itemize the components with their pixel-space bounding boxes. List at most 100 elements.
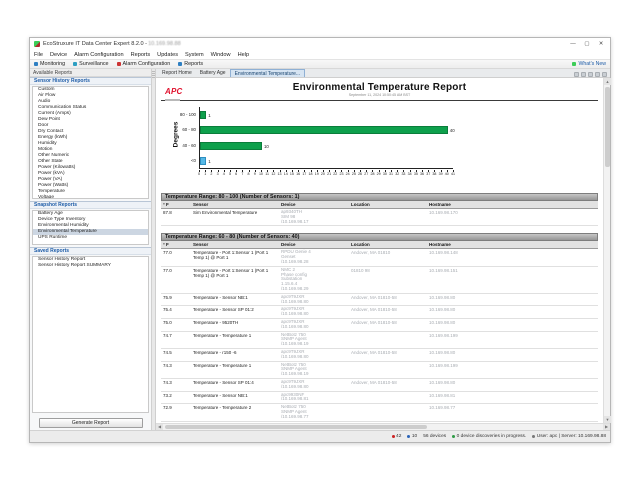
cell-sensor: Temperature - 9520TH bbox=[191, 319, 279, 331]
close-button[interactable]: ✕ bbox=[594, 39, 608, 49]
chart-bar-0 bbox=[200, 157, 206, 165]
save-icon[interactable] bbox=[581, 72, 586, 77]
cell-sensor: Temperature - Temperature 2 bbox=[191, 404, 279, 420]
chart-tick-label: 32 bbox=[395, 172, 399, 176]
menu-item-device[interactable]: Device bbox=[50, 52, 67, 58]
table-section-1: Temperature Range: 60 - 80 (Number of Se… bbox=[161, 233, 598, 423]
section-header-saved-reports[interactable]: Saved Reports bbox=[30, 247, 151, 255]
sidebar-item-sensor-history-report-summary[interactable]: Sensor History Report SUMMARY bbox=[33, 263, 148, 269]
device-line: /10.169.98.80 bbox=[281, 385, 347, 390]
cell-location bbox=[349, 404, 427, 420]
table-section-0: Temperature Range: 80 - 100 (Number of S… bbox=[161, 193, 598, 226]
cell-hostname: 10.169.98.80 bbox=[427, 306, 598, 318]
column-header-device[interactable]: Device bbox=[279, 201, 349, 208]
horizontal-scrollbar-thumb[interactable] bbox=[165, 425, 427, 429]
menu-item-help[interactable]: Help bbox=[238, 52, 250, 58]
sidebar-item-voltage[interactable]: Voltage bbox=[33, 195, 148, 199]
menu-bar: File Device Alarm Configuration Reports Upda… bbox=[30, 50, 610, 60]
status-dot-icon bbox=[532, 435, 535, 438]
column-header-location[interactable]: Location bbox=[349, 201, 427, 208]
table-row: 75.4Temperature - Sensor SP 01:2apc9T9JX… bbox=[161, 306, 598, 319]
cell-hostname: 10.169.98.80 bbox=[427, 379, 598, 391]
scroll-left-icon[interactable]: ◀ bbox=[156, 424, 163, 430]
column-header-location[interactable]: Location bbox=[349, 241, 427, 248]
print-icon[interactable] bbox=[595, 72, 600, 77]
chart-tick-label: 17 bbox=[302, 172, 306, 176]
settings-icon[interactable] bbox=[602, 72, 607, 77]
cell-sensor: Temperature - Temperature 1 bbox=[191, 362, 279, 378]
section-header-snapshot-reports[interactable]: Snapshot Reports bbox=[30, 201, 151, 209]
tab-report-home[interactable]: Report Home bbox=[158, 69, 196, 77]
section-list-sensor-history-reports: CustomAir FlowAudioCommunication StatusC… bbox=[32, 86, 149, 199]
chart-tick-label: 18 bbox=[309, 172, 313, 176]
export-icon[interactable] bbox=[588, 72, 593, 77]
cell-location: Andover, MA 01810-58 bbox=[349, 306, 427, 318]
minimize-button[interactable]: — bbox=[566, 39, 580, 49]
scroll-right-icon[interactable]: ▶ bbox=[603, 424, 610, 430]
menu-item-alarm-configuration[interactable]: Alarm Configuration bbox=[74, 52, 123, 58]
toolbar-item-alarm-configuration[interactable]: Alarm Configuration bbox=[117, 61, 171, 67]
maximize-button[interactable]: ▢ bbox=[580, 39, 594, 49]
cell-device: NetBotz 750SNMP Agent/10.169.98.19 bbox=[279, 332, 349, 348]
column-header-device[interactable]: Device bbox=[279, 241, 349, 248]
chart-tick-label: 16 bbox=[296, 172, 300, 176]
cell-hostname: 10.169.98.80 bbox=[427, 319, 598, 331]
cell-degrees: 75.0 bbox=[161, 319, 191, 331]
chart-tick-label: 3 bbox=[217, 172, 219, 176]
status-text: 10 bbox=[412, 434, 417, 439]
chart-tick-label: 10 bbox=[259, 172, 263, 176]
column-header-sensor[interactable]: Sensor bbox=[191, 201, 279, 208]
menu-item-reports[interactable]: Reports bbox=[131, 52, 151, 58]
column-header-f[interactable]: ° F bbox=[161, 201, 191, 208]
menu-item-window[interactable]: Window bbox=[211, 52, 231, 58]
menu-item-system[interactable]: System bbox=[185, 52, 204, 58]
vertical-scrollbar-thumb[interactable] bbox=[605, 87, 610, 167]
cell-hostname: 10.169.98.199 bbox=[427, 362, 598, 378]
toolbar-item-reports[interactable]: Reports bbox=[178, 61, 203, 67]
scroll-up-icon[interactable]: ▲ bbox=[604, 78, 611, 85]
status-dot-icon bbox=[407, 435, 410, 438]
cell-degrees: 74.7 bbox=[161, 332, 191, 348]
menu-item-updates[interactable]: Updates bbox=[157, 52, 178, 58]
cell-degrees: 87.8 bbox=[161, 209, 191, 225]
table-section-title: Temperature Range: 80 - 100 (Number of S… bbox=[161, 193, 598, 201]
cell-device: apc9T9JXR/10.169.98.80 bbox=[279, 349, 349, 361]
scroll-down-icon[interactable]: ▼ bbox=[604, 416, 611, 423]
table-row: 87.8Sim Environmental Temperatureap9340T… bbox=[161, 209, 598, 226]
chart-tick-label: 9 bbox=[254, 172, 256, 176]
vertical-scrollbar[interactable]: ▲ ▼ bbox=[603, 78, 610, 423]
sidebar-item-ups-runtime[interactable]: UPS Runtime bbox=[33, 235, 148, 241]
cell-location: Andover, MA 01810 bbox=[349, 249, 427, 265]
apc-logo: APC bbox=[165, 81, 183, 101]
toolbar-item-monitoring[interactable]: Monitoring bbox=[34, 61, 65, 67]
menu-item-file[interactable]: File bbox=[34, 52, 43, 58]
toolbar-label-alarm-configuration: Alarm Configuration bbox=[123, 61, 171, 67]
column-header-sensor[interactable]: Sensor bbox=[191, 241, 279, 248]
toolbar-item-surveillance[interactable]: Surveillance bbox=[73, 61, 108, 67]
chart-tick-label: 19 bbox=[315, 172, 319, 176]
generate-report-button[interactable]: Generate Report bbox=[39, 418, 143, 428]
chart-category-label: <0 bbox=[162, 158, 196, 163]
refresh-icon[interactable] bbox=[574, 72, 579, 77]
status-text: User: apc | Server: 10.169.98.88 bbox=[537, 434, 606, 439]
table-row: 74.5Temperature - r150 -6apc9T9JXR/10.16… bbox=[161, 349, 598, 362]
tab-environmental-temperature[interactable]: Environmental Temperature... bbox=[230, 69, 306, 77]
cell-device: NMC 2Phase configSubstation1.15.6.4/10.1… bbox=[279, 267, 349, 293]
column-header-hostname[interactable]: Hostname bbox=[427, 241, 598, 248]
chart-tick-label: 38 bbox=[432, 172, 436, 176]
whats-new-link[interactable]: What's New bbox=[572, 61, 606, 67]
column-header-f[interactable]: ° F bbox=[161, 241, 191, 248]
chart-tick-label: 4 bbox=[223, 172, 225, 176]
cell-degrees: 75.9 bbox=[161, 294, 191, 306]
horizontal-scrollbar[interactable]: ◀ ▶ bbox=[156, 423, 610, 430]
tab-battery-age[interactable]: Battery Age bbox=[196, 69, 230, 77]
cell-device: apc9930NF/10.169.98.81 bbox=[279, 392, 349, 404]
chart-tick-label: 40 bbox=[445, 172, 449, 176]
table-row: 74.7Temperature - Temperature 1NetBotz 7… bbox=[161, 332, 598, 349]
device-line: /10.169.98.80 bbox=[281, 312, 347, 317]
app-window: EcoStruxure IT Data Center Expert 8.2.0 … bbox=[29, 37, 611, 443]
device-line: /10.169.98.29 bbox=[281, 287, 347, 292]
status-text: 42 bbox=[396, 434, 401, 439]
section-header-sensor-history-reports[interactable]: Sensor History Reports bbox=[30, 77, 151, 85]
column-header-hostname[interactable]: Hostname bbox=[427, 201, 598, 208]
